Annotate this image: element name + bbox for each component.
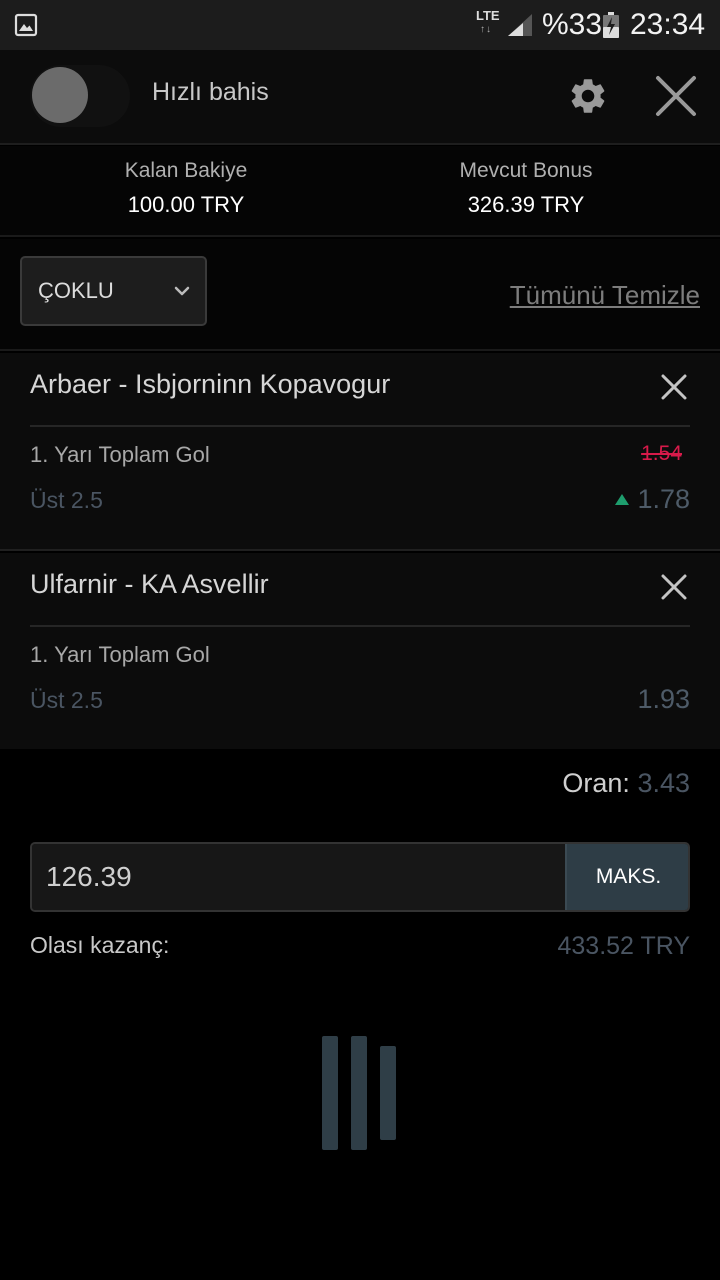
- stake-field: MAKS.: [30, 842, 690, 912]
- potential-win-value: 433.52 TRY: [557, 932, 690, 960]
- bet-type-value: ÇOKLU: [38, 278, 114, 303]
- loading-bars-icon: [322, 1036, 402, 1150]
- remove-bet-icon[interactable]: [660, 573, 688, 601]
- remaining-balance-value: 100.00 TRY: [127, 192, 245, 217]
- remaining-balance-label: Kalan Bakiye: [124, 159, 248, 182]
- battery-percent: %33: [542, 8, 603, 41]
- available-bonus: Mevcut Bonus 326.39 TRY: [356, 158, 696, 222]
- chevron-down-icon: [174, 286, 190, 296]
- remaining-balance: Kalan Bakiye 100.00 TRY: [16, 158, 356, 222]
- current-odd: 1.78: [615, 484, 690, 514]
- toggle-knob: [32, 67, 88, 123]
- current-odd: 1.93: [637, 684, 690, 714]
- data-activity-icon: ↑↓: [480, 24, 492, 35]
- total-odds: Oran: 3.43: [562, 768, 690, 799]
- close-icon[interactable]: [655, 75, 697, 117]
- clock: 23:34: [630, 8, 706, 41]
- odd-up-icon: [615, 493, 630, 505]
- total-odds-label: Oran:: [562, 768, 630, 798]
- loader-bar: [380, 1046, 396, 1140]
- betslip-header: Hızlı bahis: [0, 50, 720, 145]
- match-name: Ulfarnir - KA Asvellir: [30, 569, 269, 599]
- selection-name: Üst 2.5: [30, 487, 103, 513]
- divider: [30, 625, 690, 627]
- loader-bar: [322, 1036, 338, 1150]
- available-bonus-label: Mevcut Bonus: [459, 159, 593, 182]
- balance-panel: Kalan Bakiye 100.00 TRY Mevcut Bonus 326…: [0, 146, 720, 237]
- loader-bar: [351, 1036, 367, 1150]
- gallery-icon: [14, 13, 38, 37]
- gear-icon[interactable]: [567, 75, 609, 117]
- market-name: 1. Yarı Toplam Gol: [30, 642, 210, 667]
- network-type: LTE: [476, 8, 500, 23]
- total-odds-value: 3.43: [637, 768, 690, 798]
- bet-item: Arbaer - Isbjorninn Kopavogur 1. Yarı To…: [0, 353, 720, 551]
- battery-charging-icon: [603, 12, 619, 38]
- divider: [30, 425, 690, 427]
- selection-name: Üst 2.5: [30, 687, 103, 713]
- status-bar: LTE ↑↓ %33 23:34: [0, 0, 720, 50]
- bet-type-dropdown[interactable]: ÇOKLU: [20, 256, 207, 326]
- quick-bet-label: Hızlı bahis: [152, 78, 269, 106]
- market-name: 1. Yarı Toplam Gol: [30, 442, 210, 467]
- bet-item: Ulfarnir - KA Asvellir 1. Yarı Toplam Go…: [0, 553, 720, 749]
- odd-value: 1.93: [637, 683, 690, 714]
- clear-all-link[interactable]: Tümünü Temizle: [510, 280, 700, 311]
- previous-odd: 1.54: [641, 442, 682, 465]
- odd-value: 1.78: [637, 483, 690, 514]
- remove-bet-icon[interactable]: [660, 373, 688, 401]
- bet-mode-row: ÇOKLU Tümünü Temizle: [0, 239, 720, 351]
- stake-input[interactable]: [32, 844, 565, 910]
- max-stake-button[interactable]: MAKS.: [565, 844, 688, 910]
- potential-win-label: Olası kazanç:: [30, 932, 170, 958]
- match-name: Arbaer - Isbjorninn Kopavogur: [30, 369, 391, 399]
- signal-icon: [508, 14, 532, 36]
- available-bonus-value: 326.39 TRY: [467, 192, 585, 217]
- quick-bet-toggle[interactable]: [30, 65, 130, 127]
